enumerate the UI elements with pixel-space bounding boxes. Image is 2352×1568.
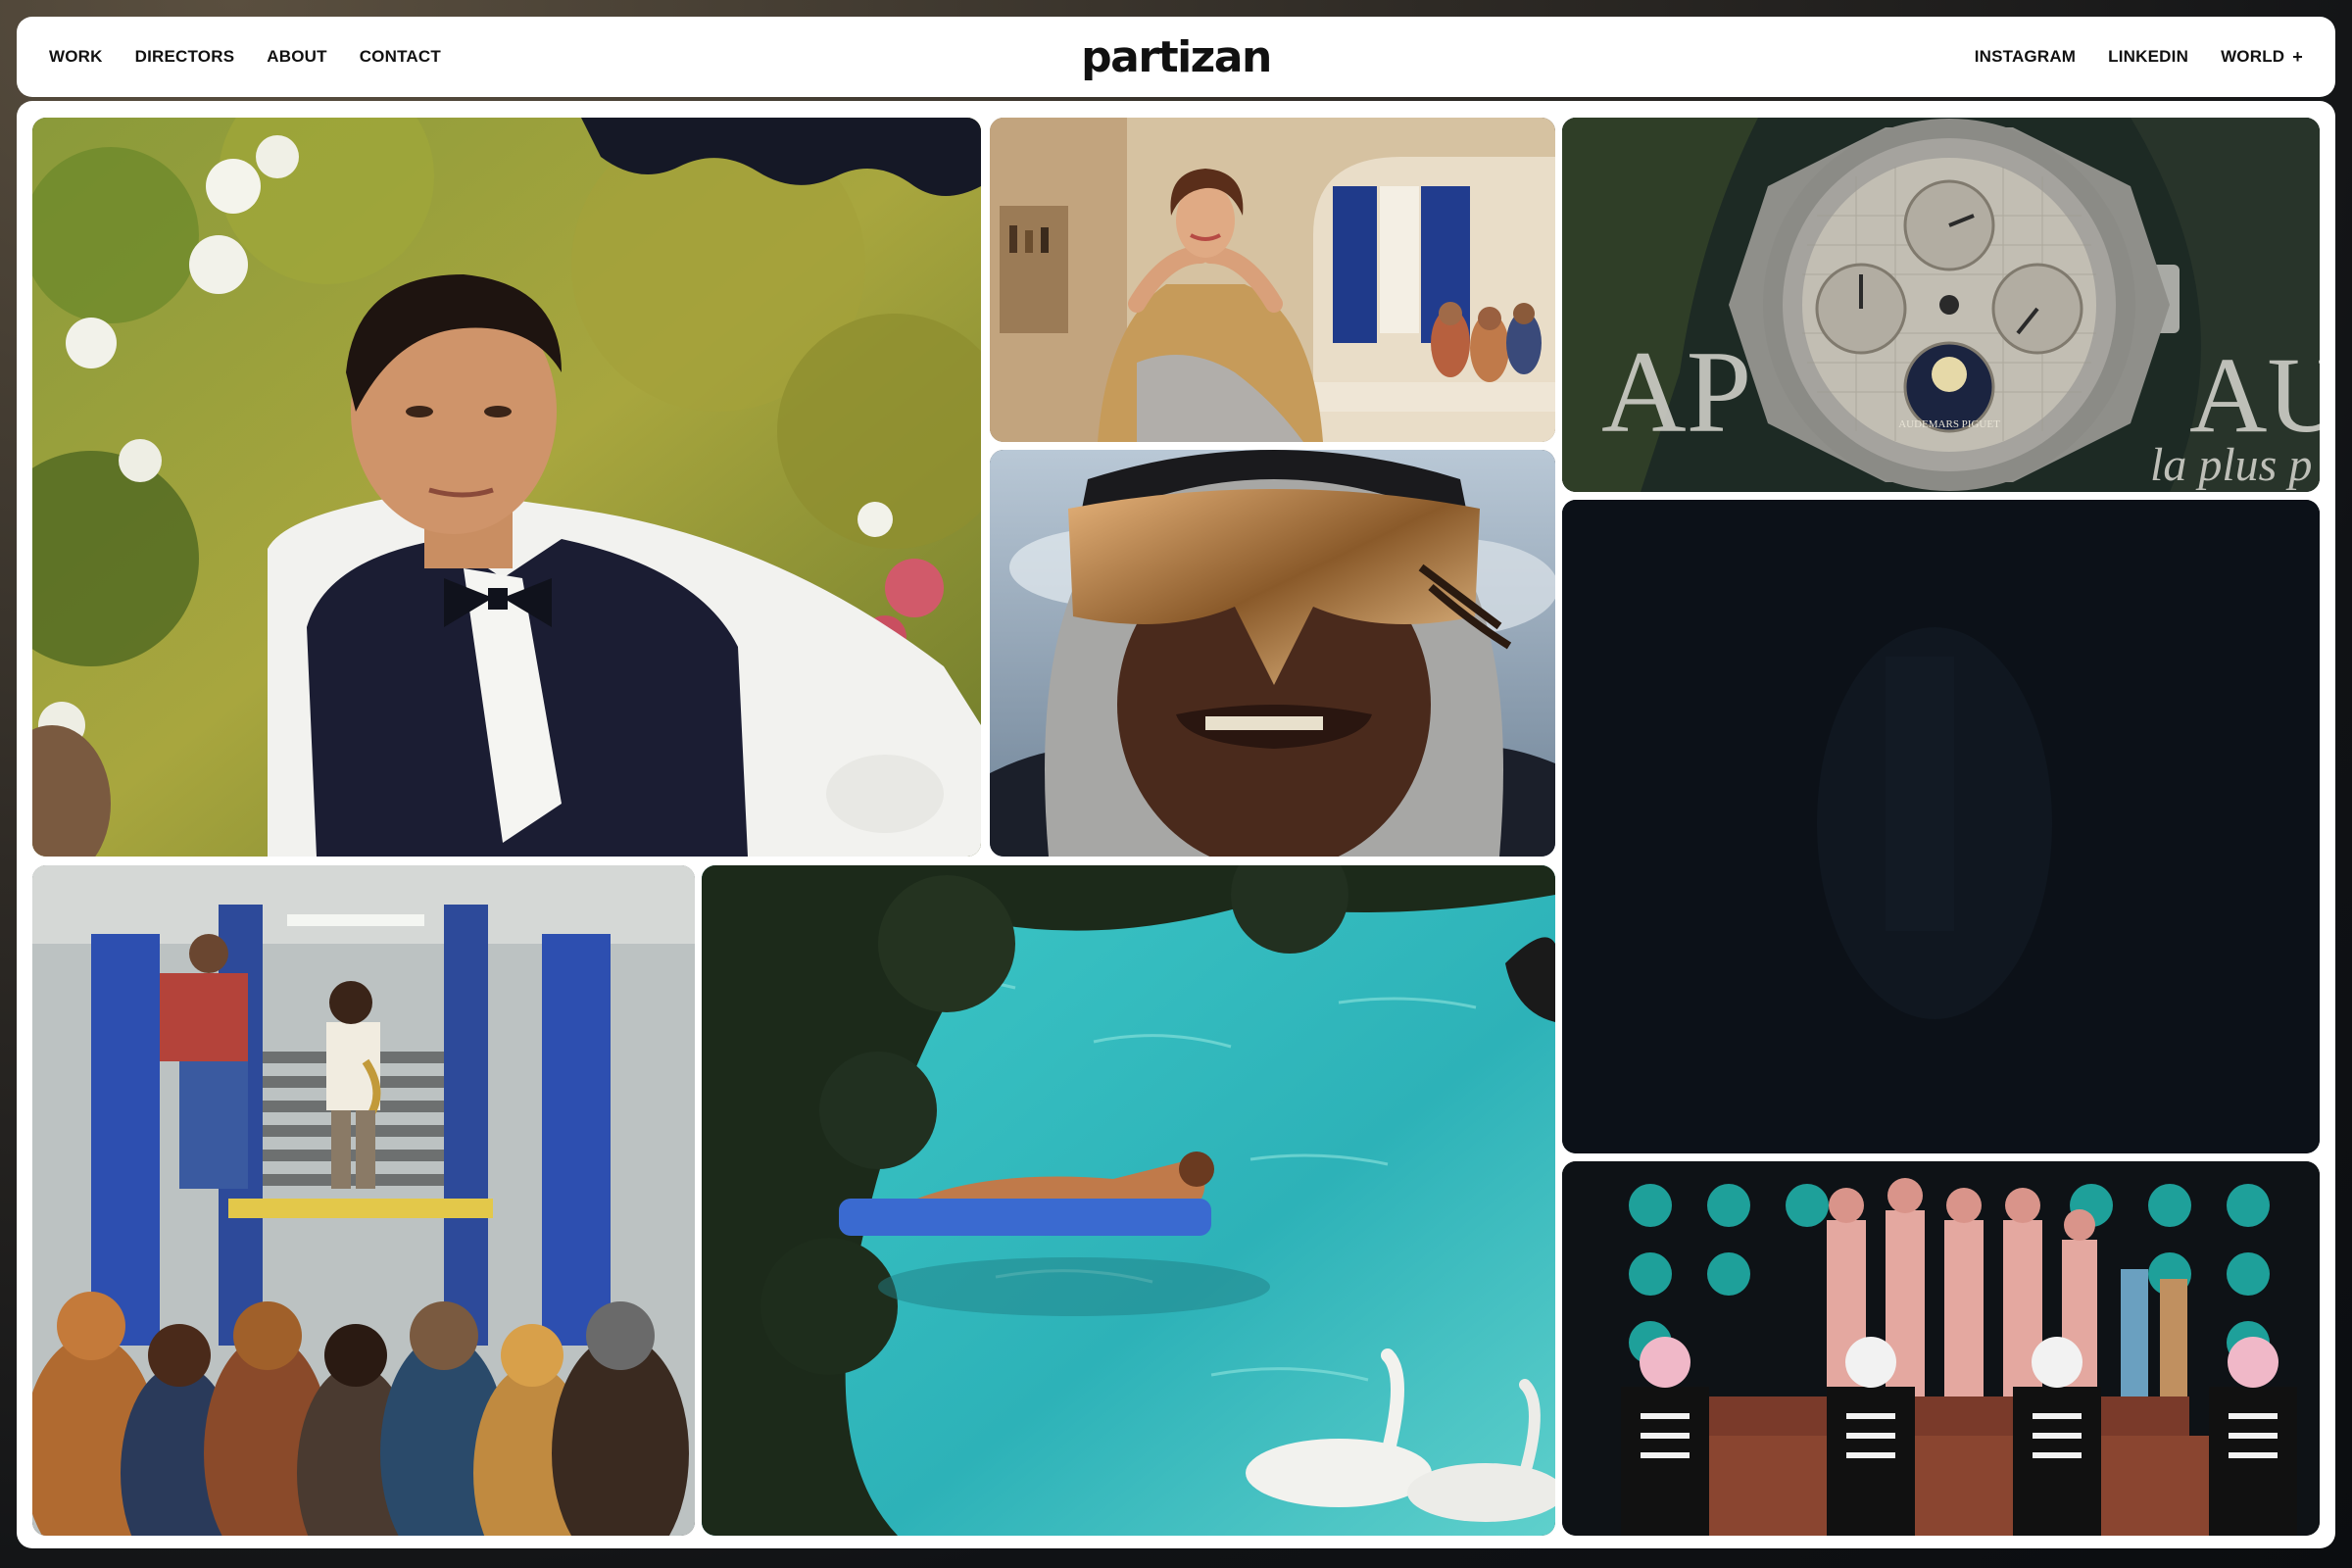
watch-tagline-text: la plus p: [2150, 439, 2312, 491]
secondary-nav: INSTAGRAM LINKEDIN WORLD +: [1975, 17, 2303, 97]
work-tile-subway-saxophone[interactable]: [32, 865, 695, 1536]
work-tile-skeleton-costumes[interactable]: [1562, 1161, 2320, 1536]
watch-brand-left-text: AP: [1601, 326, 1751, 457]
luxury-watch-image: AUDEMARS PIGUET AP AUDE la plus p: [1562, 118, 2320, 492]
work-tile-reflective-goggles[interactable]: [990, 450, 1555, 857]
nav-link-work[interactable]: WORK: [49, 47, 103, 67]
watch-brand-right-text: AUDE: [2189, 335, 2320, 455]
nav-link-contact[interactable]: CONTACT: [360, 47, 441, 67]
nav-link-about[interactable]: ABOUT: [267, 47, 326, 67]
watch-dial-text: AUDEMARS PIGUET: [1898, 418, 2000, 430]
work-tile-waiter-garden[interactable]: [32, 118, 981, 857]
primary-nav: WORK DIRECTORS ABOUT CONTACT: [49, 17, 441, 97]
world-label: WORLD: [2221, 47, 2285, 66]
subway-saxophone-image: [32, 865, 695, 1536]
world-menu-toggle[interactable]: WORLD +: [2221, 47, 2303, 67]
pool-swans-image: [702, 865, 1555, 1536]
work-tile-pool-swans[interactable]: [702, 865, 1555, 1536]
waiter-garden-image: [32, 118, 981, 857]
work-tile-dark-video[interactable]: [1562, 500, 2320, 1153]
nav-link-instagram[interactable]: INSTAGRAM: [1975, 47, 2076, 67]
nav-link-linkedin[interactable]: LINKEDIN: [2108, 47, 2188, 67]
woman-kitchen-image: [990, 118, 1555, 442]
skeleton-costumes-image: [1562, 1161, 2320, 1536]
dark-video-image: [1562, 500, 2320, 1153]
plus-icon: +: [2292, 47, 2303, 67]
partizan-logo[interactable]: partizan: [1081, 17, 1272, 97]
work-grid: AUDEMARS PIGUET AP AUDE la plus p: [17, 101, 2335, 1548]
top-nav-bar: WORK DIRECTORS ABOUT CONTACT partizan IN…: [17, 17, 2335, 97]
work-tile-luxury-watch[interactable]: AUDEMARS PIGUET AP AUDE la plus p: [1562, 118, 2320, 492]
reflective-goggles-image: [990, 450, 1555, 857]
work-tile-woman-kitchen[interactable]: [990, 118, 1555, 442]
nav-link-directors[interactable]: DIRECTORS: [135, 47, 235, 67]
